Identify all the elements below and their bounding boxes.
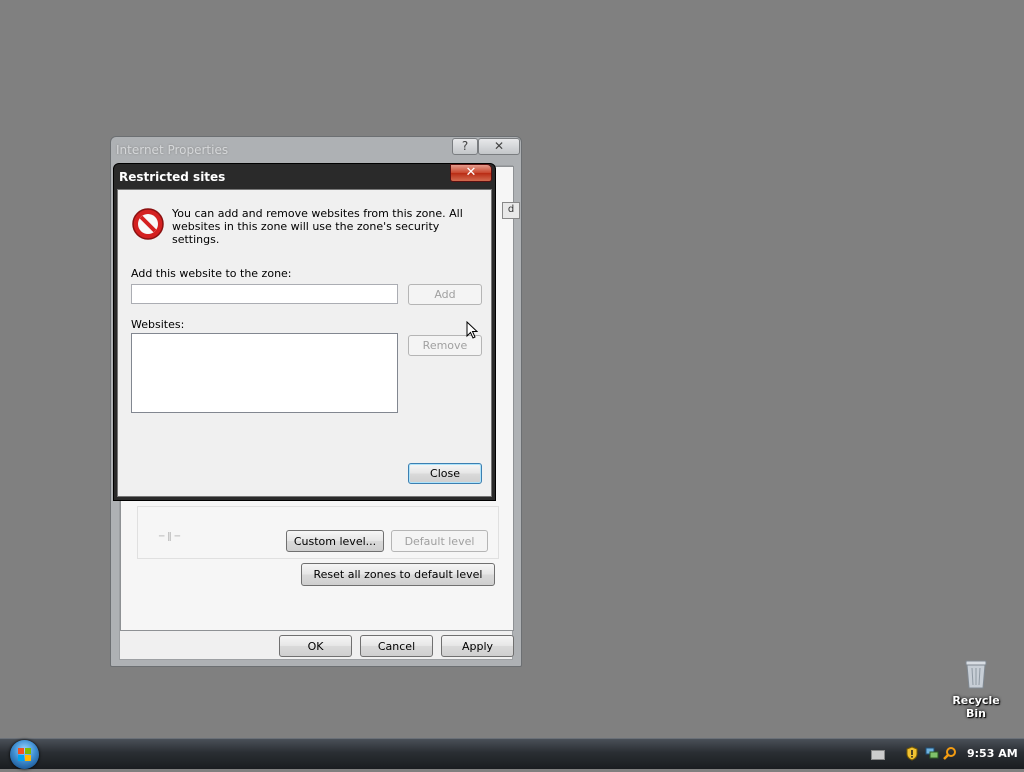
tab-fragment: d [502, 202, 520, 219]
apply-button[interactable]: Apply [441, 635, 514, 657]
taskbar: 9:53 AM [0, 738, 1024, 769]
reset-all-zones-button[interactable]: Reset all zones to default level [301, 563, 495, 586]
internet-properties-close-button[interactable]: ✕ [478, 138, 520, 155]
help-button[interactable]: ? [452, 138, 478, 155]
network-icon[interactable] [925, 746, 939, 760]
restricted-icon [132, 208, 164, 240]
mouse-cursor-icon [466, 321, 478, 339]
add-website-input[interactable] [131, 284, 398, 304]
cancel-button[interactable]: Cancel [360, 635, 433, 657]
keyboard-tray-icon[interactable] [871, 750, 885, 760]
security-shield-icon[interactable] [906, 746, 918, 761]
restricted-sites-title: Restricted sites [119, 170, 226, 184]
start-button[interactable] [10, 740, 39, 769]
websites-list[interactable] [131, 333, 398, 413]
restricted-sites-message: You can add and remove websites from thi… [172, 207, 463, 246]
restricted-sites-close-button[interactable]: ✕ [450, 164, 492, 182]
search-tray-icon[interactable] [943, 746, 957, 760]
recycle-bin-icon [965, 660, 987, 689]
recycle-bin-desktop-icon[interactable]: Recycle Bin [942, 656, 1010, 720]
custom-level-button[interactable]: Custom level... [286, 530, 384, 552]
restricted-sites-client: You can add and remove websites from thi… [117, 189, 492, 497]
slider-tick-fragment: ─ ‖ ─ [159, 532, 181, 542]
restricted-sites-dialog: Restricted sites ✕ You can add and remov… [113, 163, 496, 501]
add-website-label: Add this website to the zone: [131, 267, 292, 280]
add-button[interactable]: Add [408, 284, 482, 305]
recycle-bin-label: Recycle Bin [952, 694, 1000, 720]
websites-label: Websites: [131, 318, 185, 331]
ok-button[interactable]: OK [279, 635, 352, 657]
taskbar-clock[interactable]: 9:53 AM [967, 747, 1018, 760]
internet-properties-title: Internet Properties [116, 143, 229, 157]
windows-logo-icon [18, 748, 31, 761]
default-level-button[interactable]: Default level [391, 530, 488, 552]
close-button[interactable]: Close [408, 463, 482, 484]
